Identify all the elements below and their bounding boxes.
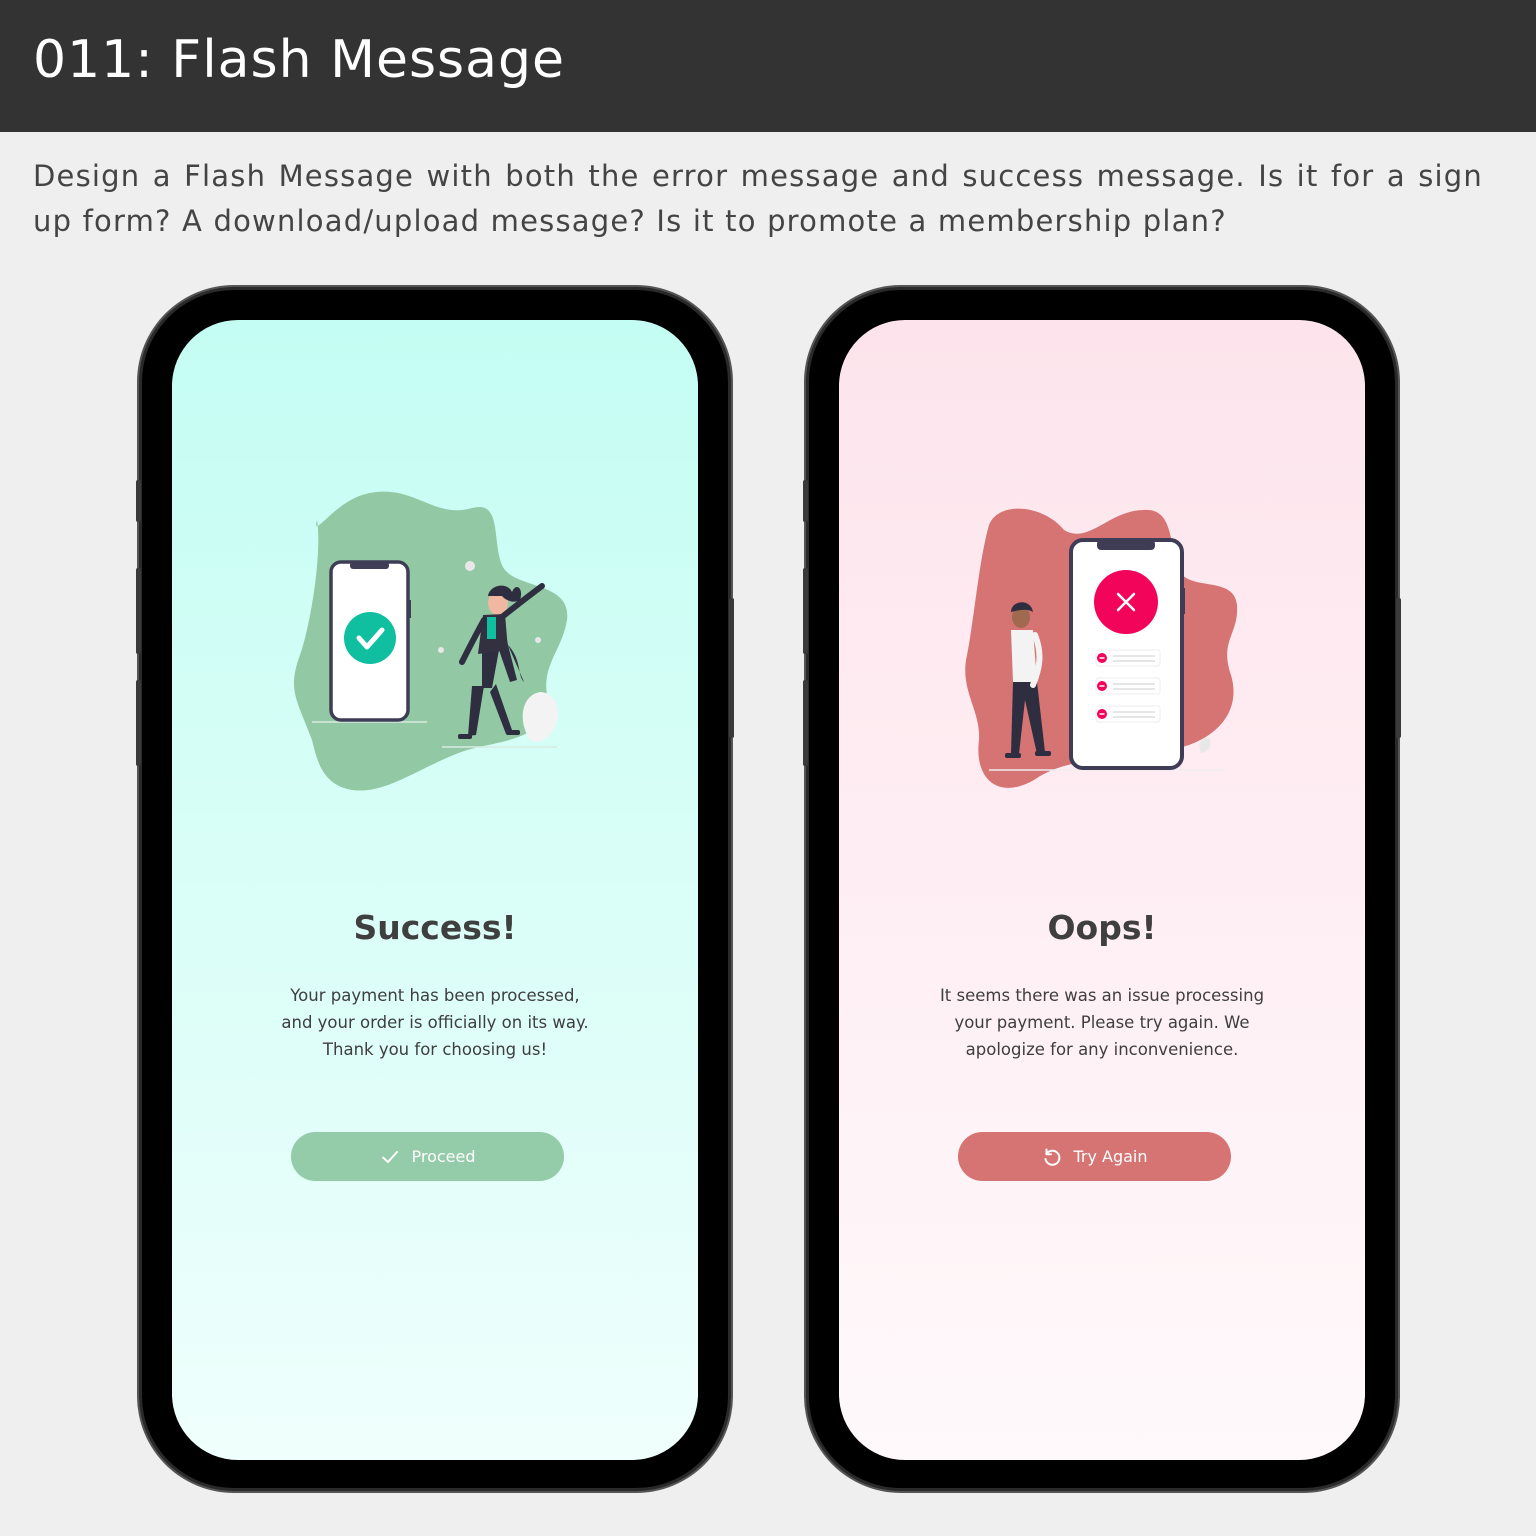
proceed-button-label: Proceed xyxy=(411,1147,476,1166)
success-message: Your payment has been processed, and you… xyxy=(232,982,638,1063)
error-list xyxy=(1095,649,1161,723)
challenge-description: Design a Flash Message with both the err… xyxy=(33,159,1483,238)
error-badge-icon xyxy=(1094,570,1158,634)
success-message-line: Thank you for choosing us! xyxy=(322,1040,548,1059)
error-illustration xyxy=(965,508,1238,788)
phone-volume-up-button xyxy=(136,568,141,654)
error-title: Oops! xyxy=(1047,908,1157,947)
plant-leaf xyxy=(522,692,559,742)
page-title: 011: Flash Message xyxy=(33,30,566,90)
check-icon xyxy=(382,1150,399,1163)
error-message-line: apologize for any inconvenience. xyxy=(965,1040,1239,1059)
phone-volume-up-button xyxy=(803,568,808,654)
phone-silent-switch xyxy=(136,480,141,522)
success-message-line: Your payment has been processed, xyxy=(290,986,580,1005)
error-screen: Oops! It seems there was an issue proces… xyxy=(839,320,1365,1460)
error-message-line: It seems there was an issue processing xyxy=(939,986,1265,1005)
success-message-line: and your order is officially on its way. xyxy=(281,1013,589,1032)
phone-power-button xyxy=(729,598,734,738)
success-screen: Success! Your payment has been processed… xyxy=(172,320,698,1460)
page-header: 011: Flash Message xyxy=(0,0,1536,132)
proceed-button[interactable]: Proceed xyxy=(291,1132,564,1181)
plant-leaf xyxy=(1199,737,1211,753)
retry-icon xyxy=(1044,1148,1061,1166)
error-phone-mockup: Oops! It seems there was an issue proces… xyxy=(803,290,1401,1488)
success-title: Success! xyxy=(353,908,517,947)
try-again-button[interactable]: Try Again xyxy=(958,1132,1231,1181)
phone-volume-down-button xyxy=(803,680,808,766)
error-message-line: your payment. Please try again. We xyxy=(954,1013,1250,1032)
phone-power-button xyxy=(1396,598,1401,738)
phone-volume-down-button xyxy=(136,680,141,766)
success-phone-mockup: Success! Your payment has been processed… xyxy=(136,290,734,1488)
phone-silent-switch xyxy=(803,480,808,522)
try-again-button-label: Try Again xyxy=(1073,1147,1148,1166)
check-badge-icon xyxy=(344,612,396,664)
error-message: It seems there was an issue processing y… xyxy=(899,982,1305,1063)
success-illustration xyxy=(293,491,568,791)
